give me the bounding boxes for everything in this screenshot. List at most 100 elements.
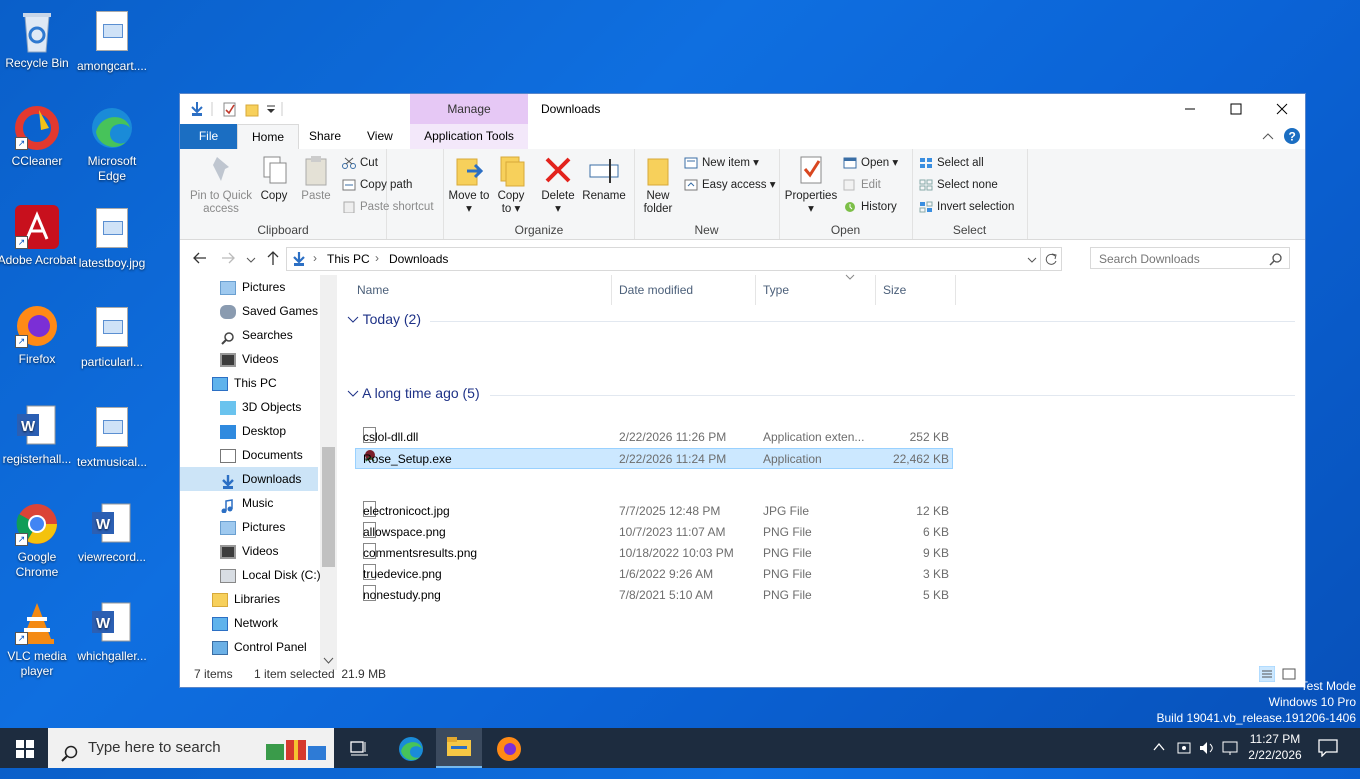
copy-path-button[interactable]: Copy path xyxy=(342,176,412,194)
table-row[interactable]: electronicoct.jpg 7/7/2025 12:48 PM JPG … xyxy=(355,501,953,522)
new-folder-button[interactable]: New folder xyxy=(638,153,678,216)
nav-scrollbar-thumb[interactable] xyxy=(322,447,335,567)
quick-access-icons[interactable] xyxy=(188,100,288,118)
rename-button[interactable]: Rename xyxy=(580,153,628,203)
table-row[interactable]: cslol-dll.dll 2/22/2026 11:26 PM Applica… xyxy=(355,427,953,448)
copy-to-button[interactable]: Copy to ▾ xyxy=(492,153,530,216)
close-button[interactable] xyxy=(1259,94,1305,124)
task-view-icon[interactable] xyxy=(350,740,370,761)
nav-item-control-panel[interactable]: Control Panel xyxy=(212,635,307,659)
taskbar-clock[interactable]: 11:27 PM 2/22/2026 xyxy=(1244,731,1306,763)
taskbar-firefox-icon[interactable] xyxy=(496,736,522,765)
paste-shortcut-button[interactable]: Paste shortcut xyxy=(342,198,434,216)
move-to-button[interactable]: Move to ▾ xyxy=(448,153,490,216)
nav-item-libraries[interactable]: Libraries xyxy=(212,587,280,611)
properties-button[interactable]: Properties ▾ xyxy=(783,153,839,216)
nav-item-local-disk[interactable]: Local Disk (C:) xyxy=(220,563,321,587)
address-field[interactable]: › This PC › Downloads xyxy=(286,247,1062,271)
address-dropdown-icon[interactable] xyxy=(1027,253,1037,267)
volume-icon[interactable] xyxy=(1198,740,1216,759)
minimize-button[interactable] xyxy=(1167,94,1213,124)
refresh-icon[interactable] xyxy=(1040,248,1061,270)
copy-button[interactable]: Copy xyxy=(254,153,294,203)
column-date-modified[interactable]: Date modified xyxy=(612,275,756,305)
table-row[interactable]: allowspace.png 10/7/2023 11:07 AM PNG Fi… xyxy=(355,522,953,543)
tab-application-tools[interactable]: Application Tools xyxy=(410,124,528,149)
meet-now-icon[interactable] xyxy=(1176,740,1192,759)
desktop-icon-vlc[interactable]: ↗ VLC media player xyxy=(0,601,77,679)
nav-item-downloads[interactable]: Downloads xyxy=(220,467,301,491)
invert-selection-button[interactable]: Invert selection xyxy=(919,198,1014,216)
edit-button[interactable]: Edit xyxy=(843,176,881,194)
recent-locations-chevron-icon[interactable] xyxy=(246,253,256,267)
select-none-button[interactable]: Select none xyxy=(919,176,998,194)
column-name[interactable]: Name xyxy=(350,275,612,305)
tab-home[interactable]: Home xyxy=(237,124,300,149)
table-row[interactable]: truedevice.png 1/6/2022 9:26 AM PNG File… xyxy=(355,564,953,585)
group-header-long-ago[interactable]: A long time ago (5) xyxy=(347,385,480,401)
nav-item-music[interactable]: Music xyxy=(220,491,273,515)
desktop-icon-acrobat[interactable]: ↗ Adobe Acrobat xyxy=(0,205,77,268)
desktop-icon-file[interactable]: W viewrecord... xyxy=(72,502,152,565)
delete-button[interactable]: Delete ▾ xyxy=(538,153,578,216)
pin-to-quick-access-button[interactable]: Pin to Quick access xyxy=(186,153,256,216)
notification-center-icon[interactable] xyxy=(1318,739,1338,760)
tab-share[interactable]: Share xyxy=(295,124,355,149)
paste-button[interactable]: Paste xyxy=(294,153,338,203)
desktop-icon-file[interactable]: latestboy.jpg xyxy=(72,205,152,271)
chevron-up-icon[interactable] xyxy=(1261,130,1275,145)
desktop-icon-file[interactable]: W whichgaller... xyxy=(72,601,152,664)
taskbar-file-explorer-button[interactable] xyxy=(436,728,482,768)
network-tray-icon[interactable] xyxy=(1222,740,1238,759)
column-type[interactable]: Type xyxy=(756,275,876,305)
breadcrumb-downloads[interactable]: Downloads xyxy=(389,252,448,266)
nav-scrollbar[interactable] xyxy=(320,275,337,670)
nav-item-videos[interactable]: Videos xyxy=(220,539,278,563)
select-all-button[interactable]: Select all xyxy=(919,154,984,172)
nav-item-pictures[interactable]: Pictures xyxy=(220,275,285,299)
desktop-icon-file[interactable]: textmusical... xyxy=(72,404,152,470)
new-item-button[interactable]: New item ▾ xyxy=(684,154,759,172)
desktop-icon-file[interactable]: amongcart.... xyxy=(72,8,152,74)
tab-file[interactable]: File xyxy=(180,124,237,149)
easy-access-button[interactable]: Easy access ▾ xyxy=(684,176,776,194)
nav-item-documents[interactable]: Documents xyxy=(220,443,303,467)
breadcrumb-this-pc[interactable]: This PC xyxy=(327,252,370,266)
table-row[interactable]: commentsresults.png 10/18/2022 10:03 PM … xyxy=(355,543,953,564)
open-button[interactable]: Open ▾ xyxy=(843,154,898,172)
desktop-icon-file[interactable]: W registerhall... xyxy=(0,404,77,467)
column-size[interactable]: Size xyxy=(876,275,956,305)
up-arrow-icon[interactable] xyxy=(266,250,280,269)
desktop-icon-recycle-bin[interactable]: Recycle Bin xyxy=(0,8,77,71)
windows-start-icon[interactable] xyxy=(16,740,34,761)
tray-chevron-up-icon[interactable] xyxy=(1152,741,1166,756)
back-arrow-icon[interactable] xyxy=(192,251,208,268)
group-header-today[interactable]: Today (2) xyxy=(347,311,421,327)
search-input[interactable]: Search Downloads xyxy=(1090,247,1290,269)
desktop-icon-edge[interactable]: Microsoft Edge xyxy=(72,106,152,184)
nav-item-desktop[interactable]: Desktop xyxy=(220,419,286,443)
desktop-icon-firefox[interactable]: ↗ Firefox xyxy=(0,304,77,367)
taskbar-search-box[interactable]: Type here to search xyxy=(48,728,334,768)
nav-item-this-pc[interactable]: This PC xyxy=(212,371,277,395)
nav-item-saved-games[interactable]: Saved Games xyxy=(220,299,318,323)
history-button[interactable]: History xyxy=(843,198,897,216)
nav-item-3d-objects[interactable]: 3D Objects xyxy=(220,395,301,419)
help-icon[interactable]: ? xyxy=(1283,127,1301,148)
forward-arrow-icon[interactable] xyxy=(220,251,236,268)
table-row-selected[interactable]: Rose_Setup.exe 2/22/2026 11:24 PM Applic… xyxy=(355,448,953,469)
taskbar-edge-icon[interactable] xyxy=(398,736,424,765)
maximize-button[interactable] xyxy=(1213,94,1259,124)
table-row[interactable]: nonestudy.png 7/8/2021 5:10 AM PNG File … xyxy=(355,585,953,606)
cut-button[interactable]: Cut xyxy=(342,154,378,172)
file-type-cell: PNG File xyxy=(763,525,812,539)
tab-view[interactable]: View xyxy=(353,124,407,149)
nav-item-pictures[interactable]: Pictures xyxy=(220,515,285,539)
desktop-icon-ccleaner[interactable]: ↗ CCleaner xyxy=(0,106,77,169)
nav-item-videos[interactable]: Videos xyxy=(220,347,278,371)
desktop-icon-file[interactable]: particularl... xyxy=(72,304,152,370)
desktop-icon-chrome[interactable]: ↗ Google Chrome xyxy=(0,502,77,580)
nav-item-network[interactable]: Network xyxy=(212,611,278,635)
nav-item-searches[interactable]: Searches xyxy=(220,323,293,347)
select-all-label: Select all xyxy=(937,157,984,169)
